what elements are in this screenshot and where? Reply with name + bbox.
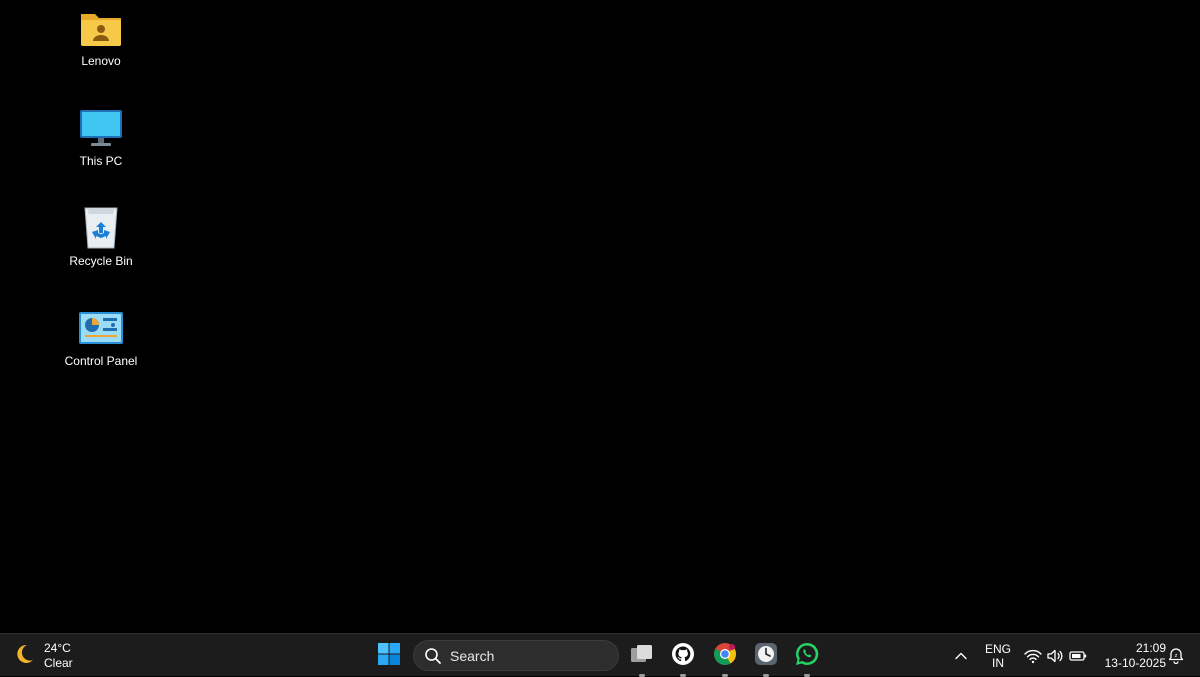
language-region: IN: [992, 656, 1004, 670]
desktop: Lenovo This PC Recycle Bin Control Panel: [0, 0, 1200, 633]
notification-bell-icon[interactable]: z: [1166, 646, 1186, 666]
system-clock[interactable]: 21:09 13-10-2025: [1094, 641, 1166, 671]
search-placeholder: Search: [450, 647, 495, 664]
taskbar-app-whatsapp[interactable]: [789, 638, 825, 677]
desktop-icon-label: Control Panel: [64, 354, 138, 368]
battery-icon[interactable]: [1068, 646, 1088, 666]
clock-date: 13-10-2025: [1104, 656, 1166, 670]
user-folder-icon: [77, 4, 125, 52]
desktop-icon-recycle-bin[interactable]: Recycle Bin: [56, 204, 146, 268]
chrome-icon: [713, 642, 737, 670]
language-code: ENG: [984, 642, 1011, 656]
taskbar: 24°C Clear Search ENG IN 21:09 13-10-202…: [0, 633, 1200, 677]
whatsapp-icon: [794, 641, 820, 671]
desktop-icon-control-panel[interactable]: Control Panel: [56, 304, 146, 368]
start-button[interactable]: [373, 640, 405, 672]
taskbar-search-box[interactable]: Search: [413, 640, 619, 671]
recycle-bin-icon: [77, 204, 125, 252]
github-icon: [671, 642, 695, 670]
show-hidden-icons-button[interactable]: [951, 646, 971, 666]
language-indicator[interactable]: ENG IN: [982, 642, 1014, 670]
desktop-icon-label: Lenovo: [81, 54, 121, 68]
task-view-icon: [629, 641, 655, 671]
taskbar-app-github[interactable]: [665, 638, 701, 677]
clock-icon: [753, 641, 779, 671]
search-icon: [424, 647, 442, 665]
windows-start-icon: [377, 642, 401, 670]
svg-text:z: z: [1175, 653, 1178, 659]
taskbar-app-task-view[interactable]: [624, 638, 660, 677]
weather-temperature: 24°C: [44, 641, 71, 655]
wifi-icon[interactable]: [1023, 646, 1043, 666]
taskbar-app-chrome[interactable]: [707, 638, 743, 677]
weather-widget[interactable]: 24°C Clear: [12, 640, 73, 672]
taskbar-app-clock[interactable]: [748, 638, 784, 677]
moon-icon: [12, 642, 36, 670]
control-panel-icon: [77, 304, 125, 352]
clock-time: 21:09: [1135, 641, 1166, 655]
desktop-icon-this-pc[interactable]: This PC: [56, 104, 146, 168]
monitor-icon: [77, 104, 125, 152]
volume-icon[interactable]: [1045, 646, 1065, 666]
desktop-icon-lenovo[interactable]: Lenovo: [56, 4, 146, 68]
desktop-icon-label: This PC: [79, 154, 123, 168]
chevron-up-icon: [951, 651, 971, 670]
desktop-icon-label: Recycle Bin: [69, 254, 133, 268]
weather-condition: Clear: [44, 656, 73, 670]
